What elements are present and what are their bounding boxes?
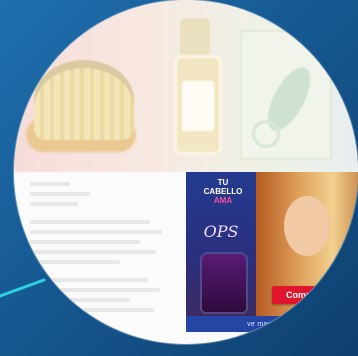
advertisement-banner[interactable]: TU CABELLO AMA OPS Compra ve mas en Mabe… [186,172,358,332]
serum-cap-image [180,18,210,58]
ad-left-panel: TU CABELLO AMA OPS [186,172,256,316]
text-line [30,202,78,206]
text-line [30,250,156,254]
text-line [30,278,148,282]
text-line [30,230,162,234]
buy-button[interactable]: Compra [272,286,334,304]
model-face-image [284,196,330,256]
article-text-block [30,182,180,318]
text-line [30,298,130,302]
ad-product-image [202,254,246,312]
text-line [30,240,140,244]
ad-brand-logo: OPS [203,222,239,241]
text-line [30,308,154,312]
brush-image [34,60,134,140]
text-line [30,192,90,196]
product-banner [14,0,358,172]
ad-headline-line1: TU [217,178,229,187]
bottle-label [182,81,214,131]
text-line [30,288,160,292]
ad-headline-line3: AMA [213,196,233,205]
serum-bottle-image [174,55,222,155]
ad-headline-line2: CABELLO [203,187,243,196]
ad-headline: TU CABELLO AMA [192,178,254,205]
text-line [30,260,120,264]
text-line [30,182,70,186]
text-line [30,220,150,224]
ad-footer-text: ve mas en Mabel [186,316,358,332]
product-box-image [240,30,332,160]
magnifier-lens: TU CABELLO AMA OPS Compra ve mas en Mabe… [14,0,358,344]
circle-icon [252,120,280,148]
